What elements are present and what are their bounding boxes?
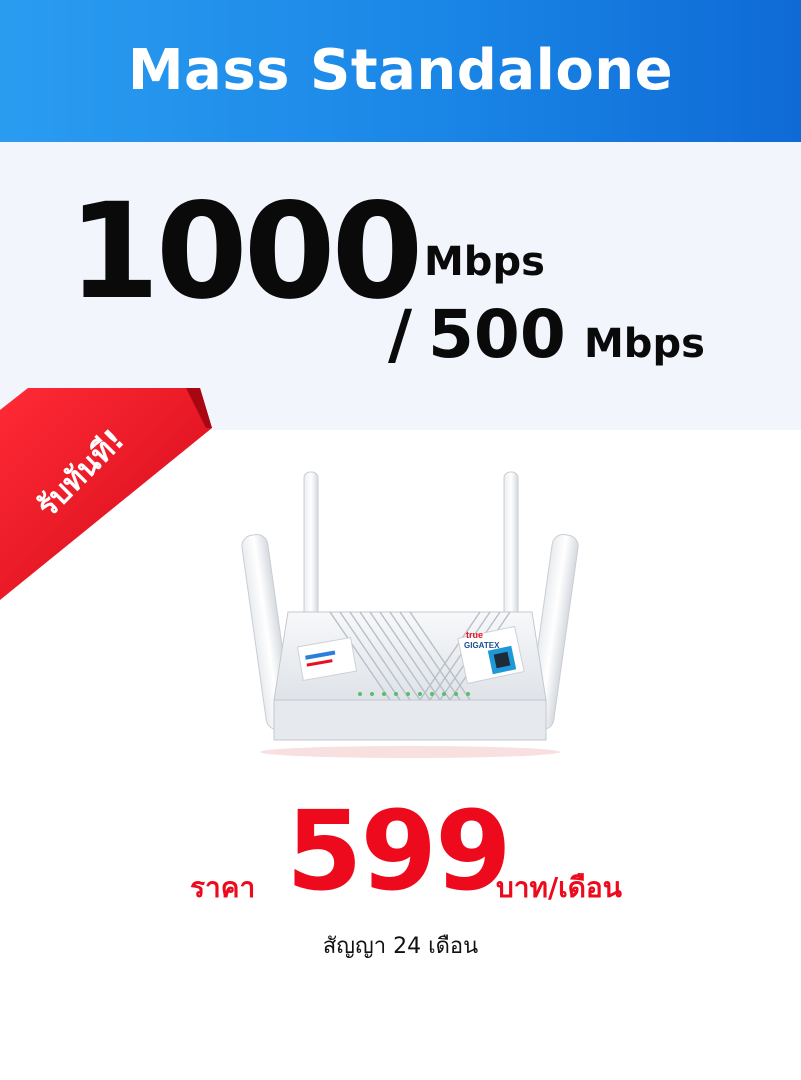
upload-speed-value: 500 <box>428 296 566 373</box>
speed-panel: 1000 Mbps / 500 Mbps <box>0 142 801 430</box>
contract-term: สัญญา 24 เดือน <box>322 934 479 959</box>
price-value: 599 <box>286 787 512 915</box>
price-label: ราคา <box>190 871 256 904</box>
svg-text:GIGATEX: GIGATEX <box>464 641 500 650</box>
header-banner: Mass Standalone <box>0 0 801 142</box>
speed-separator: / <box>388 296 413 373</box>
upload-speed-unit: Mbps <box>584 321 705 367</box>
download-speed-unit: Mbps <box>424 239 545 285</box>
plan-title: Mass Standalone <box>127 37 674 103</box>
svg-text:true: true <box>466 630 483 640</box>
router-image: true GIGATEX <box>241 471 579 758</box>
download-speed-value: 1000 <box>68 175 423 329</box>
price-unit: บาท/เดือน <box>496 871 622 904</box>
